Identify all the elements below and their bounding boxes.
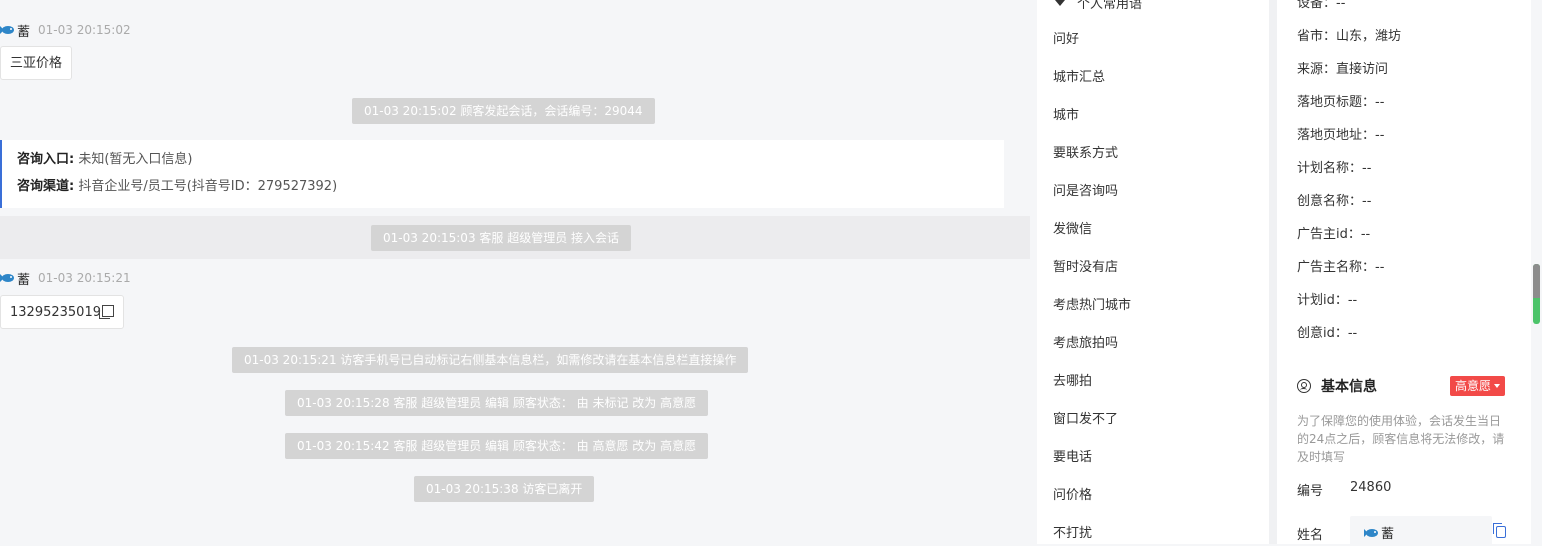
phrase-item[interactable]: 考虑热门城市 <box>1053 296 1131 316</box>
system-message: 01-03 20:15:02 顾客发起会话，会话编号：29044 <box>352 98 655 124</box>
info-field-device: 设备：-- <box>1297 0 1346 11</box>
scrollbar-thumb[interactable] <box>1533 264 1540 324</box>
phrase-group-header[interactable]: 个人常用语 <box>1055 0 1142 12</box>
sender-name: 蓄 <box>17 272 31 288</box>
fish-avatar-icon <box>0 272 16 284</box>
system-message: 01-03 20:15:42 客服 超级管理员 编辑 顾客状态： 由 高意愿 改… <box>285 433 709 459</box>
info-field-advertiser-id: 广告主id：-- <box>1297 227 1371 242</box>
fish-avatar-icon <box>0 24 16 36</box>
phrase-item[interactable]: 暂时没有店 <box>1053 258 1118 278</box>
name-field[interactable]: 蓄 <box>1350 516 1492 546</box>
phone-number[interactable]: 13295235019 <box>10 305 101 320</box>
phrase-item[interactable]: 要电话 <box>1053 448 1092 468</box>
info-field-advertiser-name: 广告主名称：-- <box>1297 260 1385 275</box>
entry-label: 咨询入口: <box>17 152 75 167</box>
join-highlight-row: 01-03 20:15:03 客服 超级管理员 接入会话 <box>0 216 1030 259</box>
phrase-item[interactable]: 发微信 <box>1053 220 1092 240</box>
message-bubble: 三亚价格 <box>0 46 73 80</box>
message-bubble: 13295235019 <box>0 295 124 329</box>
system-message: 01-03 20:15:21 访客手机号已自动标记右侧基本信息栏，如需修改请在基… <box>232 347 749 373</box>
info-field-source: 来源：直接访问 <box>1297 62 1389 77</box>
phrase-item[interactable]: 城市汇总 <box>1053 68 1105 88</box>
intent-status-label: 高意愿 <box>1455 379 1492 393</box>
phrase-item[interactable]: 去哪拍 <box>1053 372 1092 392</box>
panel-divider[interactable] <box>1269 0 1277 544</box>
number-label: 编号 <box>1297 484 1324 499</box>
name-value: 蓄 <box>1381 527 1395 542</box>
phrase-item[interactable]: 城市 <box>1053 106 1079 126</box>
intent-status-dropdown[interactable]: 高意愿 <box>1450 376 1506 396</box>
info-field-plan-id: 计划id：-- <box>1297 293 1358 308</box>
chat-panel: 蓄 01-03 20:15:02 三亚价格 01-03 20:15:02 顾客发… <box>0 0 1036 544</box>
caret-down-icon <box>1494 384 1501 388</box>
basic-info-title: 基本信息 <box>1321 379 1377 395</box>
message-time: 01-03 20:15:02 <box>38 23 131 37</box>
phrase-item[interactable]: 要联系方式 <box>1053 144 1118 164</box>
name-value-wrap: 蓄 <box>1364 523 1394 542</box>
number-value: 24860 <box>1350 480 1392 495</box>
sender-name: 蓄 <box>17 24 31 40</box>
user-circle-icon <box>1297 379 1311 393</box>
info-field-landing-title: 落地页标题：-- <box>1297 95 1385 110</box>
message-sender: 蓄 01-03 20:15:02 <box>0 21 131 40</box>
phrase-item[interactable]: 问好 <box>1053 30 1079 50</box>
phrase-group-title: 个人常用语 <box>1077 0 1143 12</box>
system-message: 01-03 20:15:03 客服 超级管理员 接入会话 <box>371 225 632 251</box>
edit-notice: 为了保障您的使用体验，会话发生当日的24点之后，顾客信息将无法修改，请及时填写 <box>1297 414 1505 464</box>
copy-icon[interactable] <box>1493 523 1506 538</box>
info-field-creative-name: 创意名称：-- <box>1297 194 1372 209</box>
name-label: 姓名 <box>1297 528 1324 543</box>
info-field-region: 省市：山东，潍坊 <box>1297 29 1402 44</box>
quick-phrases-panel: 个人常用语 问好 城市汇总 城市 要联系方式 问是咨询吗 发微信 暂时没有店 考… <box>1037 0 1269 544</box>
phrase-item[interactable]: 窗口发不了 <box>1053 410 1118 430</box>
phrase-item[interactable]: 问是咨询吗 <box>1053 182 1118 202</box>
info-field-landing-url: 落地页地址：-- <box>1297 128 1385 143</box>
customer-info-panel: 设备：-- 省市：山东，潍坊 来源：直接访问 落地页标题：-- 落地页地址：--… <box>1277 0 1531 546</box>
fish-avatar-icon <box>1364 527 1380 539</box>
system-message: 01-03 20:15:38 访客已离开 <box>414 476 595 502</box>
message-time: 01-03 20:15:21 <box>38 271 131 285</box>
info-field-creative-id: 创意id：-- <box>1297 326 1358 341</box>
system-message: 01-03 20:15:28 客服 超级管理员 编辑 顾客状态： 由 未标记 改… <box>285 390 709 416</box>
caret-down-icon <box>1055 0 1065 6</box>
message-sender: 蓄 01-03 20:15:21 <box>0 269 131 288</box>
phrase-item[interactable]: 考虑旅拍吗 <box>1053 334 1118 354</box>
copy-icon[interactable] <box>98 305 114 319</box>
info-field-plan-name: 计划名称：-- <box>1297 161 1372 176</box>
channel-value: 抖音企业号/员工号(抖音号ID：279527392) <box>78 179 338 194</box>
basic-info-header: 基本信息 <box>1297 376 1377 396</box>
channel-label: 咨询渠道: <box>17 179 75 194</box>
entry-value: 未知(暂无入口信息) <box>78 152 193 167</box>
consult-entry-card: 咨询入口: 未知(暂无入口信息) 咨询渠道: 抖音企业号/员工号(抖音号ID：2… <box>0 140 1004 208</box>
phrase-item[interactable]: 问价格 <box>1053 486 1092 506</box>
phrase-item[interactable]: 不打扰 <box>1053 524 1092 544</box>
